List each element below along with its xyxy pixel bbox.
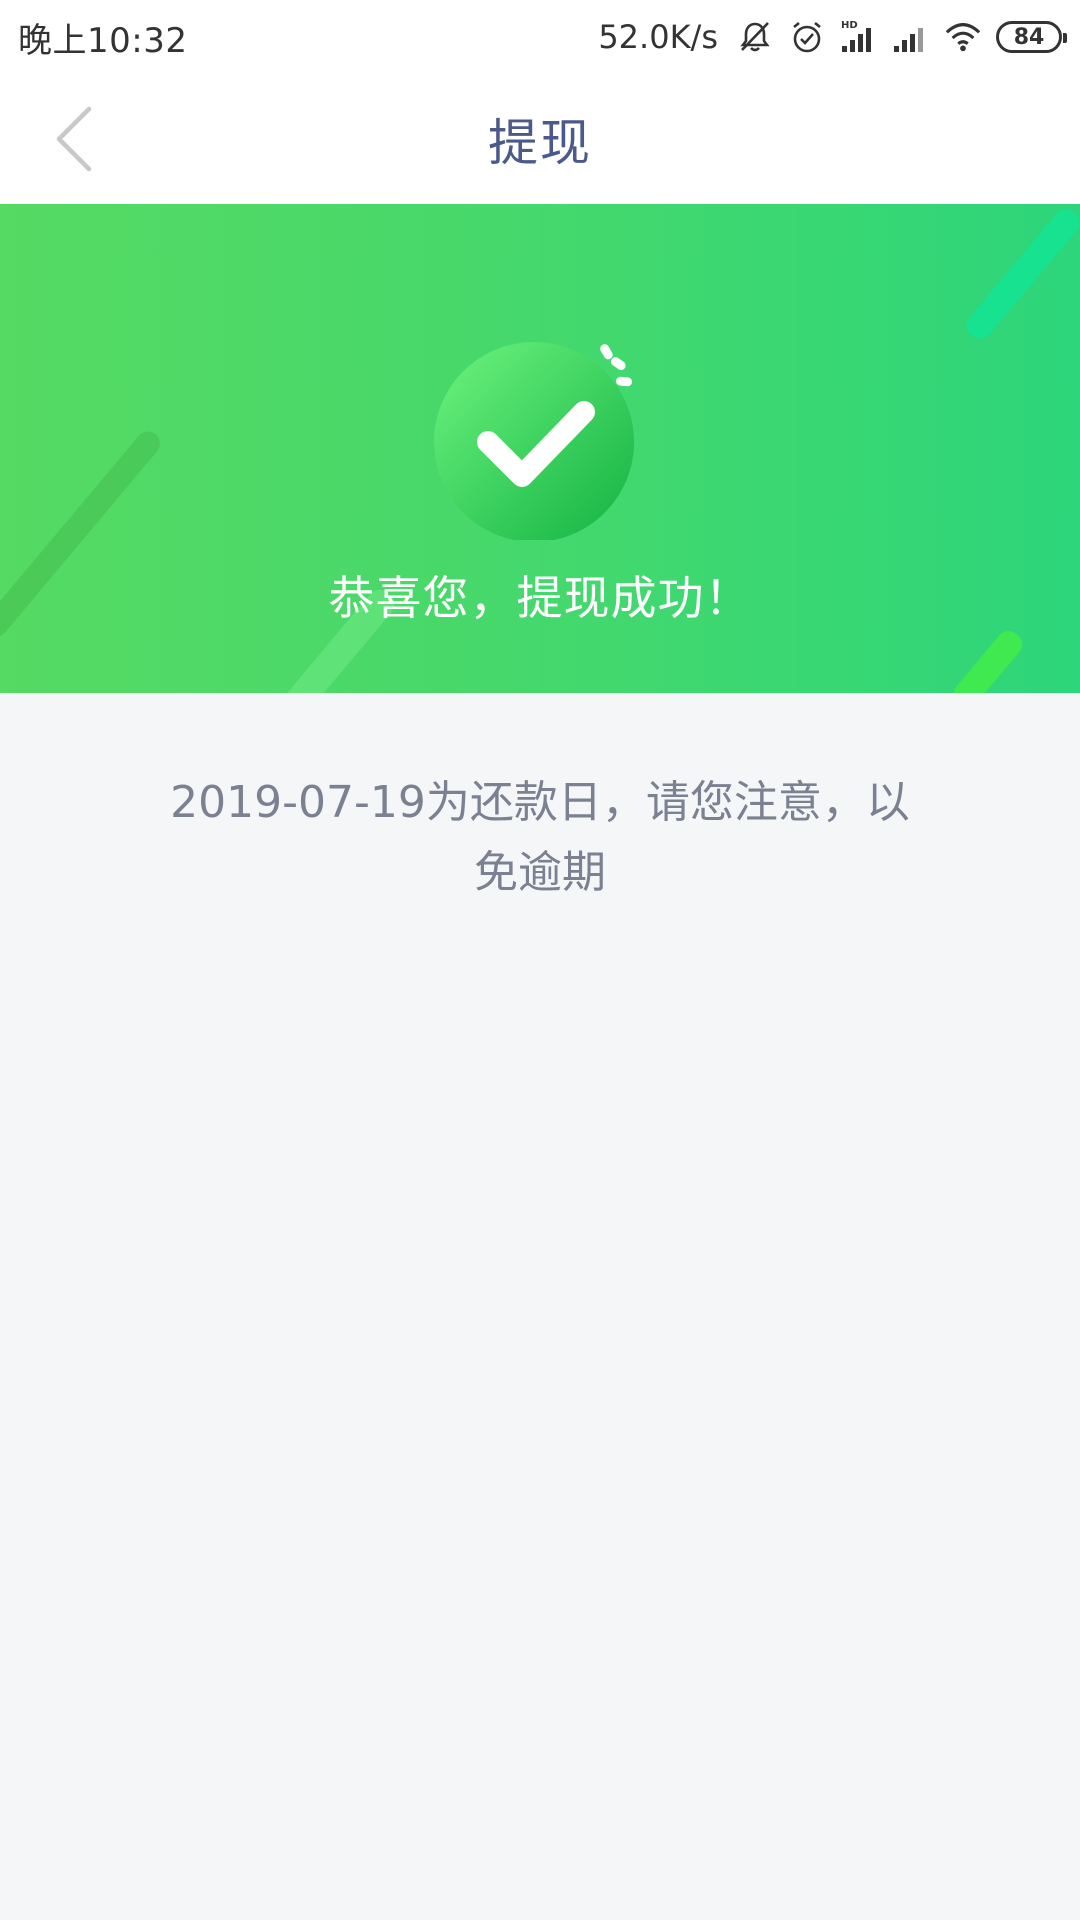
status-bar: 晚上10:32 52.0K/s HD 84 (0, 0, 1080, 74)
success-message: 恭喜您，提现成功！ (328, 571, 752, 625)
back-button[interactable] (40, 104, 110, 174)
chevron-left-icon (56, 106, 92, 172)
decorative-stripe (949, 626, 1027, 693)
check-circle-icon (434, 342, 634, 540)
battery-icon: 84 (996, 21, 1067, 53)
status-time: 晚上10:32 (18, 20, 188, 61)
wifi-icon (944, 18, 982, 56)
network-speed: 52.0K/s (598, 18, 718, 56)
battery-level: 84 (1013, 24, 1045, 50)
bell-off-icon (736, 18, 774, 56)
signal-icon (892, 18, 930, 56)
svg-text:HD: HD (841, 20, 858, 31)
status-icons: 52.0K/s HD 84 (598, 18, 1067, 56)
app-header: 提现 (0, 74, 1080, 204)
hd-signal-icon: HD (840, 18, 878, 56)
decorative-stripe (961, 204, 1080, 344)
alarm-icon (788, 18, 826, 56)
success-banner: 恭喜您，提现成功！ (0, 204, 1080, 693)
page-title: 提现 (488, 114, 592, 172)
repayment-notice: 2019-07-19为还款日，请您注意，以免逾期 (170, 777, 910, 898)
